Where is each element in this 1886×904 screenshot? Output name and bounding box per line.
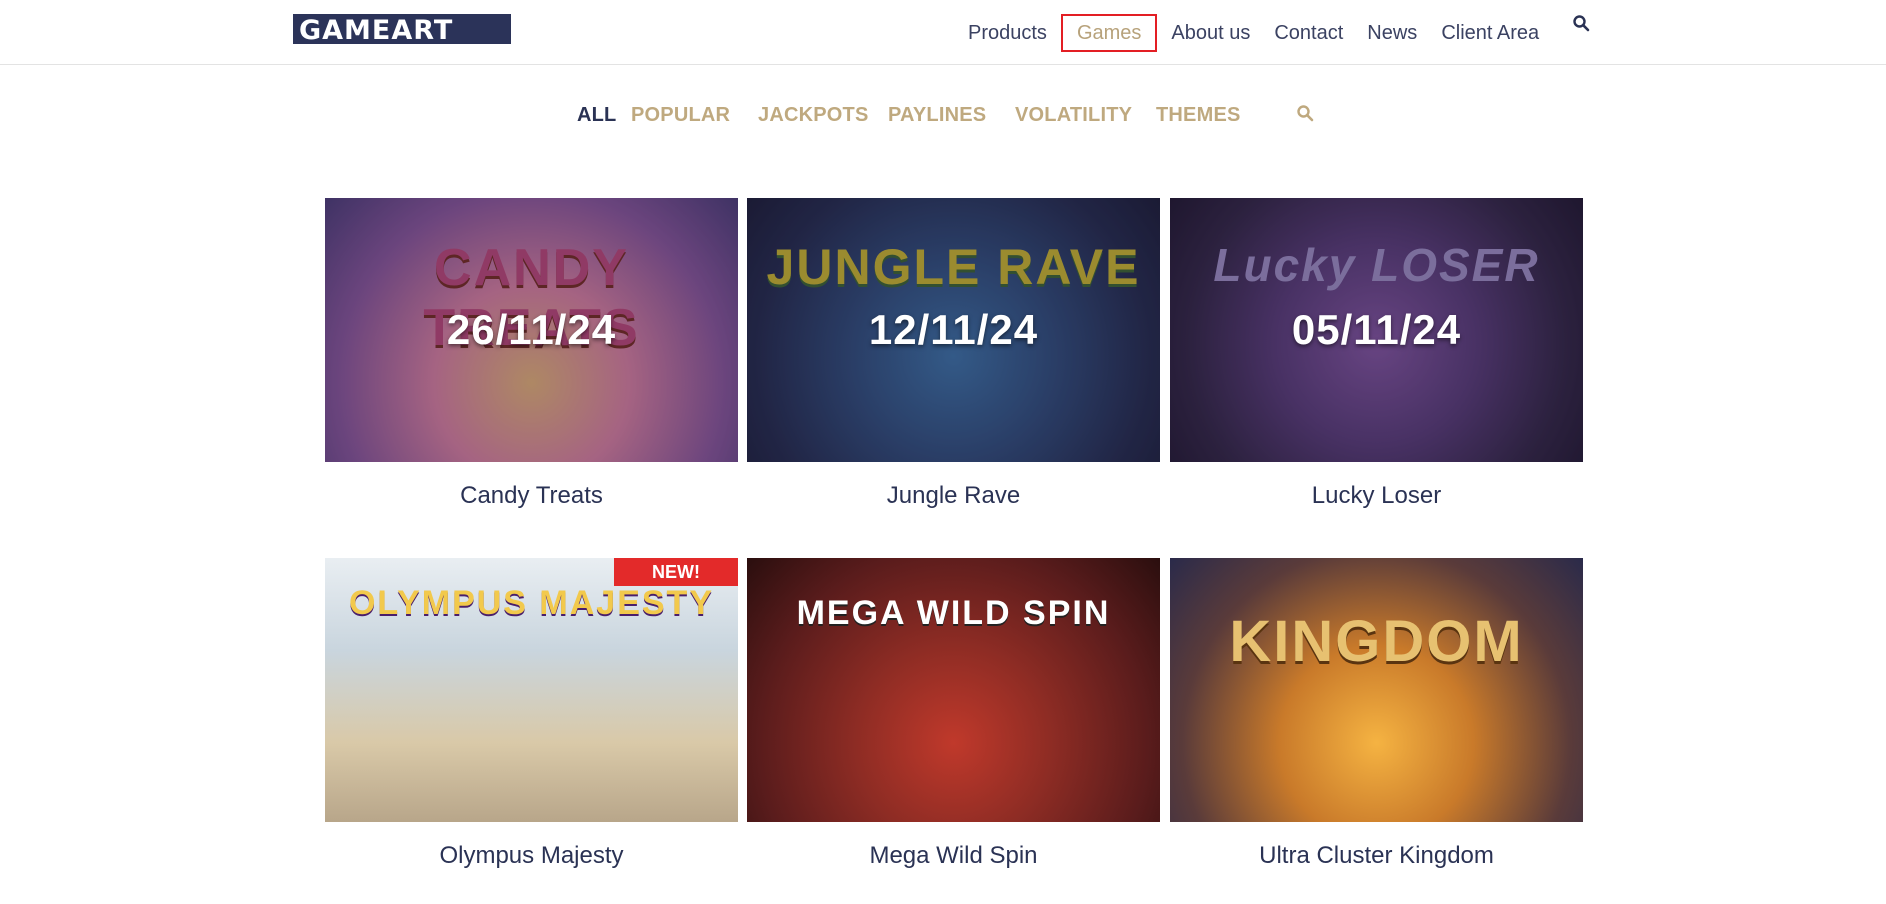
- filter-jackpots[interactable]: JACKPOTS: [758, 100, 869, 130]
- nav-item-client-area[interactable]: Client Area: [1429, 18, 1551, 48]
- nav-item-games[interactable]: Games: [1060, 14, 1158, 52]
- nav-item-about-us[interactable]: About us: [1159, 18, 1262, 48]
- filter-all[interactable]: ALL: [577, 100, 616, 130]
- game-art-logo: KINGDOM: [1229, 609, 1524, 674]
- site-header: GAMEART Products Games About us Contact …: [0, 0, 1886, 65]
- game-card-mega-wild-spin[interactable]: MEGA WILD SPIN: [747, 558, 1160, 822]
- release-date: 12/11/24: [868, 306, 1039, 353]
- game-card-jungle-rave[interactable]: JUNGLE RAVE 12/11/24: [747, 198, 1160, 462]
- game-card-ultra-cluster-kingdom[interactable]: KINGDOM: [1170, 558, 1583, 822]
- filter-paylines[interactable]: PAYLINES: [888, 100, 986, 130]
- nav-item-products[interactable]: Products: [956, 18, 1059, 48]
- filter-popular[interactable]: POPULAR: [631, 100, 730, 130]
- filter-volatility[interactable]: VOLATILITY: [1015, 100, 1132, 130]
- game-card-olympus-majesty[interactable]: OLYMPUS MAJESTY NEW!: [325, 558, 738, 822]
- release-date: 26/11/24: [446, 306, 617, 353]
- game-title[interactable]: Jungle Rave: [747, 480, 1160, 512]
- filter-themes[interactable]: THEMES: [1156, 100, 1241, 130]
- game-card-candy-treats[interactable]: CANDY TREATS 26/11/24: [325, 198, 738, 462]
- game-card-lucky-loser[interactable]: Lucky LOSER 05/11/24: [1170, 198, 1583, 462]
- search-icon[interactable]: [1296, 104, 1314, 122]
- game-title[interactable]: Lucky Loser: [1170, 480, 1583, 512]
- game-filter-bar: ALL POPULAR JACKPOTS PAYLINES VOLATILITY…: [0, 100, 1886, 130]
- game-title[interactable]: Mega Wild Spin: [747, 840, 1160, 872]
- nav-item-contact[interactable]: Contact: [1262, 18, 1355, 48]
- game-art-logo: OLYMPUS MAJESTY: [348, 584, 715, 622]
- search-icon[interactable]: [1572, 14, 1590, 32]
- release-date: 05/11/24: [1291, 306, 1462, 353]
- game-art-logo: MEGA WILD SPIN: [796, 594, 1111, 632]
- game-title[interactable]: Ultra Cluster Kingdom: [1170, 840, 1583, 872]
- main-nav: Products Games About us Contact News Cli…: [956, 14, 1551, 52]
- logo-text: GAMEART: [299, 15, 454, 46]
- gameart-logo[interactable]: GAMEART: [293, 14, 511, 46]
- game-title[interactable]: Olympus Majesty: [325, 840, 738, 872]
- nav-item-news[interactable]: News: [1355, 18, 1429, 48]
- game-title[interactable]: Candy Treats: [325, 480, 738, 512]
- new-badge: NEW!: [614, 558, 738, 586]
